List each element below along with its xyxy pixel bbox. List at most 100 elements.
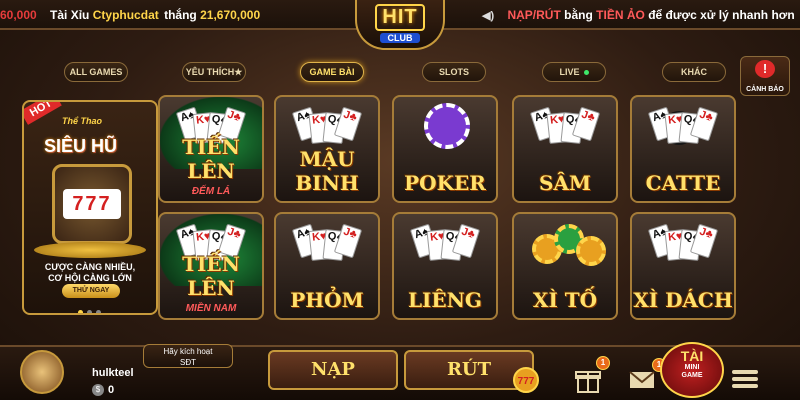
playing-card-icon: J♣ bbox=[689, 106, 719, 142]
game-art-chip-icon bbox=[394, 97, 496, 169]
game-tile[interactable]: XÌ TỐ bbox=[512, 212, 618, 320]
game-art-chips-icon bbox=[514, 214, 616, 286]
poker-chip-icon bbox=[424, 103, 470, 149]
game-title: XÌ TỐ bbox=[532, 288, 598, 312]
notice-part-3: TIỀN ẢO bbox=[596, 8, 645, 22]
ticker-game: Tài Xỉu bbox=[50, 8, 90, 22]
notice-part-2: bằng bbox=[564, 8, 593, 22]
tab-live[interactable]: LIVE bbox=[542, 62, 606, 82]
activate-phone-button[interactable]: Hãy kích hoạt SĐT bbox=[143, 344, 233, 368]
activate-line-1: Hãy kích hoạt bbox=[163, 347, 213, 356]
warning-button[interactable]: ! CẢNH BÁO bbox=[740, 56, 790, 96]
hot-badge: HOT bbox=[24, 102, 62, 125]
promo-tagline: CƯỢC CÀNG NHIỀU, CƠ HỘI CÀNG LỚN bbox=[24, 262, 156, 284]
tab-all-games[interactable]: ALL GAMES bbox=[64, 62, 128, 82]
game-tile[interactable]: A♠ K♥ Q♦ J♣ TIẾN LÊN MIỀN NAM bbox=[158, 212, 264, 320]
mail-icon bbox=[629, 371, 655, 388]
promo-subtitle: Thể Thao bbox=[62, 116, 102, 126]
playing-card-icon: J♣ bbox=[451, 223, 481, 259]
game-art-bomb-icon: A♠ K♥ Q♦ J♣ bbox=[632, 97, 734, 169]
tab-slots[interactable]: SLOTS bbox=[422, 62, 486, 82]
game-tile[interactable]: A♠ K♥ Q♦ J♣ TIẾN LÊN ĐẾM LÁ bbox=[158, 95, 264, 203]
game-title: POKER bbox=[404, 171, 486, 195]
logo-text: HIT bbox=[375, 4, 425, 31]
gift-icon bbox=[575, 371, 601, 393]
mini-game-label-2: GAME bbox=[681, 372, 703, 379]
game-tile[interactable]: POKER bbox=[392, 95, 498, 203]
tab-card-games[interactable]: GAME BÀI bbox=[300, 62, 364, 82]
slot-machine-icon: 777 bbox=[52, 164, 132, 244]
promo-line-1: CƯỢC CÀNG NHIỀU, bbox=[44, 262, 136, 272]
gift-badge: 1 bbox=[596, 356, 610, 370]
game-tile[interactable]: A♠ K♥ Q♦ J♣ XÌ DÁCH bbox=[630, 212, 736, 320]
activate-line-2: SĐT bbox=[180, 358, 196, 367]
lucky-777-button[interactable]: 777 bbox=[512, 366, 540, 394]
game-art-cards-icon: A♠ K♥ Q♦ J♣ bbox=[276, 214, 378, 286]
carousel-dots bbox=[78, 302, 108, 313]
coin-icon: $ bbox=[92, 384, 104, 396]
game-art-cards-icon: A♠ K♥ Q♦ J♣ bbox=[394, 214, 496, 286]
chip-icon bbox=[576, 236, 606, 266]
game-tile[interactable]: A♠ K♥ Q♦ J♣ MẬU BINH bbox=[274, 95, 380, 203]
mini-game-button[interactable]: TÀI MINI GAME bbox=[660, 342, 724, 398]
slot-777-icon: 777 bbox=[513, 367, 539, 393]
jackpot-ticker: 60,000 Tài Xỉu Ctyphucdat thắng 21,670,0… bbox=[0, 8, 260, 22]
coin-pile-icon bbox=[34, 242, 146, 258]
game-subtitle: ĐẾM LÁ bbox=[191, 186, 231, 197]
carousel-dot[interactable] bbox=[78, 310, 83, 313]
game-tile[interactable]: A♠ K♥ Q♦ J♣ LIÊNG bbox=[392, 212, 498, 320]
jackpot-promo-card[interactable]: HOT Thể Thao SIÊU HŨ 777 CƯỢC CÀNG NHIỀU… bbox=[22, 100, 158, 315]
try-now-button[interactable]: THỬ NGAY bbox=[62, 284, 120, 298]
category-tabs: ALL GAMES YÊU THÍCH★ GAME BÀI SLOTS LIVE… bbox=[0, 62, 800, 84]
notice-ticker: ◀) NẠP/RÚT bằng TIỀN ẢO để được xử lý nh… bbox=[482, 8, 795, 22]
game-tile[interactable]: A♠ K♥ Q♦ J♣ PHỎM bbox=[274, 212, 380, 320]
playing-card-icon: J♣ bbox=[333, 223, 363, 259]
avatar[interactable] bbox=[20, 350, 64, 394]
tab-live-label: LIVE bbox=[559, 67, 580, 77]
hit-club-logo: HIT CLUB bbox=[355, 0, 445, 50]
slot-reels: 777 bbox=[63, 189, 121, 219]
notice-part-4: để được xử lý nhanh hơn bbox=[648, 8, 795, 22]
mini-game-label-1: MINI bbox=[684, 364, 700, 371]
balance-value: 0 bbox=[108, 384, 115, 396]
playing-card-icon: J♣ bbox=[571, 106, 601, 142]
game-title: PHỎM bbox=[290, 288, 364, 312]
warning-icon: ! bbox=[755, 60, 775, 78]
notice-part-1: NẠP/RÚT bbox=[507, 8, 561, 22]
promo-title: SIÊU HŨ bbox=[44, 136, 118, 156]
live-indicator-icon bbox=[583, 70, 589, 76]
carousel-dot[interactable] bbox=[96, 310, 101, 313]
game-art-cards-icon: A♠ K♥ Q♦ J♣ bbox=[632, 214, 734, 286]
tab-other[interactable]: KHÁC bbox=[662, 62, 726, 82]
playing-card-icon: J♣ bbox=[333, 106, 363, 142]
carousel-dot[interactable] bbox=[87, 310, 92, 313]
playing-card-icon: J♣ bbox=[689, 223, 719, 259]
svg-text:777: 777 bbox=[518, 376, 535, 387]
username: hulkteel bbox=[92, 367, 134, 379]
ticker-won-label: thắng bbox=[164, 8, 197, 22]
game-title: CATTE bbox=[645, 171, 721, 195]
ticker-username: Ctyphucdat bbox=[92, 8, 159, 22]
game-title: MẬU BINH bbox=[295, 147, 359, 195]
game-tile[interactable]: A♠ K♥ Q♦ J♣ CATTE bbox=[630, 95, 736, 203]
menu-icon-bar bbox=[732, 377, 758, 381]
menu-icon-bar bbox=[732, 384, 758, 388]
warning-label: CẢNH BÁO bbox=[746, 86, 784, 93]
mail-button[interactable] bbox=[628, 366, 656, 394]
game-title: XÌ DÁCH bbox=[633, 288, 733, 312]
deposit-button[interactable]: NẠP bbox=[268, 350, 398, 390]
menu-button[interactable] bbox=[732, 370, 758, 392]
game-subtitle: MIỀN NAM bbox=[185, 303, 237, 314]
mini-game-tai: TÀI bbox=[680, 348, 704, 364]
promo-line-2: CƠ HỘI CÀNG LỚN bbox=[48, 273, 132, 283]
game-title: TIẾN LÊN bbox=[182, 135, 240, 183]
speaker-icon: ◀) bbox=[482, 10, 495, 22]
tab-favorites[interactable]: YÊU THÍCH★ bbox=[182, 62, 246, 82]
game-art-royal-icon: A♠ K♥ Q♦ J♣ bbox=[514, 97, 616, 169]
ticker-won-amount: 21,670,000 bbox=[200, 8, 261, 22]
game-title: LIÊNG bbox=[407, 288, 483, 312]
game-title: SÂM bbox=[538, 171, 592, 195]
menu-icon-bar bbox=[732, 370, 758, 374]
gift-button[interactable] bbox=[574, 366, 602, 394]
game-tile[interactable]: A♠ K♥ Q♦ J♣ SÂM bbox=[512, 95, 618, 203]
